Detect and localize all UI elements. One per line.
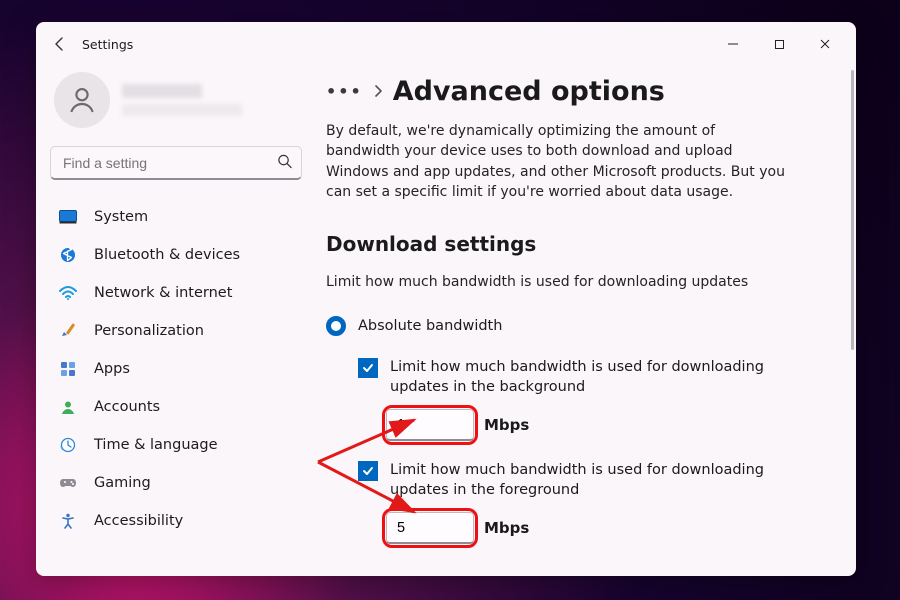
nav-label: Accounts [94, 399, 160, 415]
nav-label: Gaming [94, 475, 151, 491]
breadcrumb-ellipsis[interactable]: ••• [326, 82, 363, 101]
bluetooth-icon [58, 245, 78, 265]
nav-item-system[interactable]: System [50, 198, 302, 236]
profile[interactable] [54, 72, 302, 128]
nav-label: Personalization [94, 323, 204, 339]
titlebar: Settings [36, 22, 856, 66]
app-title: Settings [82, 37, 133, 52]
input-background-mbps[interactable] [386, 409, 474, 441]
personalization-icon [58, 321, 78, 341]
input-foreground-mbps[interactable] [386, 512, 474, 544]
nav-item-network[interactable]: Network & internet [50, 274, 302, 312]
chevron-right-icon [373, 82, 383, 101]
page-title: Advanced options [393, 76, 665, 107]
nav-item-accessibility[interactable]: Accessibility [50, 502, 302, 540]
search-icon [277, 154, 292, 173]
settings-window: Settings [36, 22, 856, 576]
download-section-subtitle: Limit how much bandwidth is used for dow… [326, 274, 834, 290]
time-icon [58, 435, 78, 455]
maximize-button[interactable] [756, 28, 802, 60]
checkbox-label: Limit how much bandwidth is used for dow… [390, 461, 800, 500]
apps-icon [58, 359, 78, 379]
gaming-icon [58, 473, 78, 493]
accessibility-icon [58, 511, 78, 531]
checkbox-label: Limit how much bandwidth is used for dow… [390, 358, 800, 397]
nav-item-accounts[interactable]: Accounts [50, 388, 302, 426]
close-button[interactable] [802, 28, 848, 60]
nav-item-bluetooth[interactable]: Bluetooth & devices [50, 236, 302, 274]
checkbox-background-limit[interactable] [358, 358, 378, 378]
user-name-redacted [122, 84, 202, 98]
user-email-redacted [122, 104, 242, 116]
radio-label: Absolute bandwidth [358, 318, 502, 334]
window-controls [710, 28, 848, 60]
network-icon [58, 283, 78, 303]
scrollbar[interactable] [851, 70, 854, 350]
nav-item-personalization[interactable]: Personalization [50, 312, 302, 350]
nav-item-apps[interactable]: Apps [50, 350, 302, 388]
download-section-title: Download settings [326, 232, 834, 256]
system-icon [58, 207, 78, 227]
nav-label: Network & internet [94, 285, 232, 301]
breadcrumb: ••• Advanced options [326, 76, 834, 107]
nav-label: Time & language [94, 437, 218, 453]
accounts-icon [58, 397, 78, 417]
radio-absolute-bandwidth[interactable] [326, 316, 346, 336]
unit-label: Mbps [484, 416, 529, 434]
user-block [122, 84, 302, 116]
search-input[interactable] [50, 146, 302, 180]
nav-label: Accessibility [94, 513, 183, 529]
nav-item-time[interactable]: Time & language [50, 426, 302, 464]
back-button[interactable] [44, 28, 76, 60]
nav-item-gaming[interactable]: Gaming [50, 464, 302, 502]
nav-list: System Bluetooth & devices Network & int… [50, 198, 302, 540]
avatar [54, 72, 110, 128]
nav-label: System [94, 209, 148, 225]
page-description: By default, we're dynamically optimizing… [326, 121, 786, 202]
nav-label: Apps [94, 361, 130, 377]
nav-label: Bluetooth & devices [94, 247, 240, 263]
unit-label: Mbps [484, 519, 529, 537]
checkbox-foreground-limit[interactable] [358, 461, 378, 481]
minimize-button[interactable] [710, 28, 756, 60]
